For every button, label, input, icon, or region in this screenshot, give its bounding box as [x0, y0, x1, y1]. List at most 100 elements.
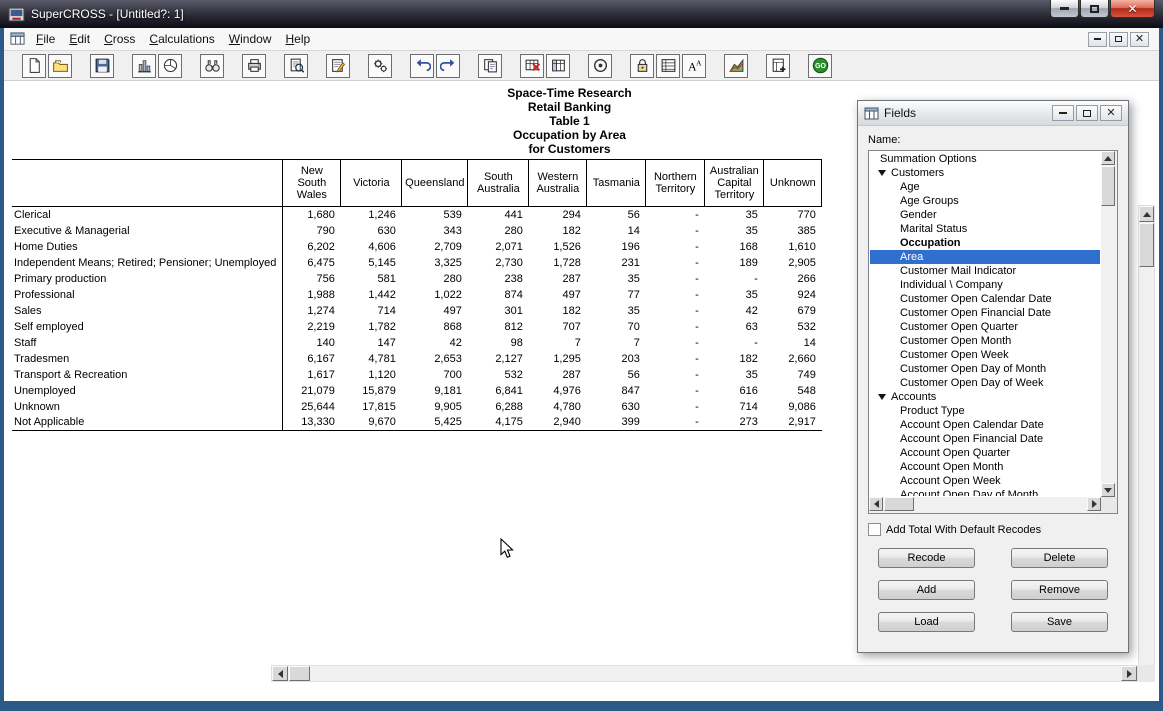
- fields-maximize-button[interactable]: [1076, 105, 1098, 121]
- color-chart-button[interactable]: [724, 54, 748, 78]
- field-item-account-open-calendar-date[interactable]: Account Open Calendar Date: [870, 418, 1100, 432]
- pie-chart-button[interactable]: [158, 54, 182, 78]
- field-item-accounts[interactable]: Accounts: [870, 390, 1100, 404]
- delete-button[interactable]: Delete: [1011, 548, 1108, 568]
- field-item-customer-open-calendar-date[interactable]: Customer Open Calendar Date: [870, 292, 1100, 306]
- menu-file[interactable]: File: [29, 30, 62, 48]
- scroll-right-button[interactable]: [1121, 666, 1137, 681]
- horizontal-scrollbar-thumb[interactable]: [289, 666, 310, 681]
- lock-button[interactable]: [630, 54, 654, 78]
- field-item-customer-open-month[interactable]: Customer Open Month: [870, 334, 1100, 348]
- redo-button[interactable]: [436, 54, 460, 78]
- print-preview-button[interactable]: [284, 54, 308, 78]
- menu-cross[interactable]: Cross: [97, 30, 142, 48]
- mdi-minimize-button[interactable]: [1088, 32, 1107, 47]
- field-item-account-open-financial-date[interactable]: Account Open Financial Date: [870, 432, 1100, 446]
- field-item-customer-open-week[interactable]: Customer Open Week: [870, 348, 1100, 362]
- main-vertical-scrollbar[interactable]: [1138, 205, 1155, 682]
- mdi-close-button[interactable]: ✕: [1130, 32, 1149, 47]
- undo-button[interactable]: [410, 54, 434, 78]
- main-horizontal-scrollbar[interactable]: [271, 665, 1138, 682]
- field-item-account-open-day-of-month[interactable]: Account Open Day of Month: [870, 488, 1100, 496]
- scroll-left-button[interactable]: [869, 497, 883, 511]
- scroll-up-button[interactable]: [1139, 206, 1154, 222]
- load-button[interactable]: Load: [878, 612, 975, 632]
- document-system-menu-icon[interactable]: [10, 32, 25, 46]
- column-header-australian-capital-territory[interactable]: Australian Capital Territory: [705, 160, 764, 207]
- menu-calculations[interactable]: Calculations: [142, 30, 221, 48]
- row-label[interactable]: Clerical: [12, 207, 283, 223]
- fields-rows-button[interactable]: [656, 54, 680, 78]
- row-label[interactable]: Home Duties: [12, 239, 283, 255]
- column-header-northern-territory[interactable]: Northern Territory: [646, 160, 705, 207]
- copy-button[interactable]: [478, 54, 502, 78]
- expander-down-icon[interactable]: [878, 170, 886, 176]
- fields-minimize-button[interactable]: [1052, 105, 1074, 121]
- list-horizontal-scrollbar[interactable]: [869, 497, 1101, 513]
- row-label[interactable]: Self employed: [12, 319, 283, 335]
- row-label[interactable]: Executive & Managerial: [12, 223, 283, 239]
- edit-table-button[interactable]: [326, 54, 350, 78]
- row-label[interactable]: Unemployed: [12, 383, 283, 399]
- window-maximize-button[interactable]: [1080, 0, 1109, 18]
- column-header-south-australia[interactable]: South Australia: [468, 160, 529, 207]
- select-table-button[interactable]: [546, 54, 570, 78]
- field-item-summation-options[interactable]: Summation Options: [870, 152, 1100, 166]
- field-item-account-open-month[interactable]: Account Open Month: [870, 460, 1100, 474]
- row-label[interactable]: Transport & Recreation: [12, 367, 283, 383]
- mdi-restore-button[interactable]: [1109, 32, 1128, 47]
- field-item-product-type[interactable]: Product Type: [870, 404, 1100, 418]
- field-item-individual-company[interactable]: Individual \ Company: [870, 278, 1100, 292]
- row-label[interactable]: Primary production: [12, 271, 283, 287]
- new-document-button[interactable]: [22, 54, 46, 78]
- row-label[interactable]: Unknown: [12, 399, 283, 415]
- scroll-up-button[interactable]: [1101, 151, 1115, 165]
- font-size-button[interactable]: AA: [682, 54, 706, 78]
- column-header-western-australia[interactable]: Western Australia: [529, 160, 587, 207]
- recode-button[interactable]: Recode: [878, 548, 975, 568]
- fields-dialog-titlebar[interactable]: Fields ✕: [858, 101, 1128, 126]
- new-table-button[interactable]: [766, 54, 790, 78]
- row-label[interactable]: Sales: [12, 303, 283, 319]
- row-label[interactable]: Professional: [12, 287, 283, 303]
- field-item-account-open-quarter[interactable]: Account Open Quarter: [870, 446, 1100, 460]
- row-label[interactable]: Independent Means; Retired; Pensioner; U…: [12, 255, 283, 271]
- scroll-right-button[interactable]: [1087, 497, 1101, 511]
- column-header-unknown[interactable]: Unknown: [764, 160, 822, 207]
- field-item-customer-mail-indicator[interactable]: Customer Mail Indicator: [870, 264, 1100, 278]
- scroll-down-button[interactable]: [1101, 483, 1115, 497]
- field-item-occupation[interactable]: Occupation: [870, 236, 1100, 250]
- save-file-button[interactable]: [90, 54, 114, 78]
- fields-close-button[interactable]: ✕: [1100, 105, 1122, 121]
- add-button[interactable]: Add: [878, 580, 975, 600]
- field-item-gender[interactable]: Gender: [870, 208, 1100, 222]
- column-header-tasmania[interactable]: Tasmania: [587, 160, 646, 207]
- field-item-customers[interactable]: Customers: [870, 166, 1100, 180]
- field-item-age-groups[interactable]: Age Groups: [870, 194, 1100, 208]
- row-label[interactable]: Not Applicable: [12, 415, 283, 431]
- bar-chart-button[interactable]: [132, 54, 156, 78]
- field-item-area[interactable]: Area: [870, 250, 1100, 264]
- window-minimize-button[interactable]: [1050, 0, 1079, 18]
- field-item-marital-status[interactable]: Marital Status: [870, 222, 1100, 236]
- add-total-checkbox[interactable]: [868, 523, 881, 536]
- scroll-left-button[interactable]: [272, 666, 288, 681]
- print-button[interactable]: [242, 54, 266, 78]
- field-item-account-open-week[interactable]: Account Open Week: [870, 474, 1100, 488]
- list-vertical-thumb[interactable]: [1101, 166, 1115, 206]
- expander-down-icon[interactable]: [878, 394, 886, 400]
- field-item-age[interactable]: Age: [870, 180, 1100, 194]
- column-header-victoria[interactable]: Victoria: [341, 160, 402, 207]
- field-item-customer-open-day-of-month[interactable]: Customer Open Day of Month: [870, 362, 1100, 376]
- save-button[interactable]: Save: [1011, 612, 1108, 632]
- list-horizontal-thumb[interactable]: [884, 497, 914, 511]
- find-binoculars-button[interactable]: [200, 54, 224, 78]
- open-folder-button[interactable]: [48, 54, 72, 78]
- remove-button[interactable]: Remove: [1011, 580, 1108, 600]
- menu-help[interactable]: Help: [278, 30, 317, 48]
- record-target-button[interactable]: [588, 54, 612, 78]
- column-header-new-south-wales[interactable]: New South Wales: [283, 160, 341, 207]
- window-close-button[interactable]: ✕: [1110, 0, 1155, 18]
- field-item-customer-open-day-of-week[interactable]: Customer Open Day of Week: [870, 376, 1100, 390]
- column-header-queensland[interactable]: Queensland: [402, 160, 468, 207]
